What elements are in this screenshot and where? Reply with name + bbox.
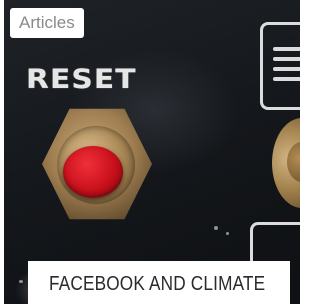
category-badge[interactable]: Articles (10, 8, 84, 38)
article-title[interactable]: FACEBOOK AND CLIMATE (49, 273, 265, 296)
red-reset-button (63, 146, 123, 198)
menu-lines-icon (260, 22, 300, 110)
title-panel[interactable]: FACEBOOK AND CLIMATE (28, 261, 290, 304)
article-card[interactable]: RESET Articles FACEBOOK AND CLIMATE (0, 0, 300, 304)
reset-label: RESET (26, 64, 137, 95)
category-badge-label: Articles (19, 13, 75, 32)
article-thumbnail[interactable]: RESET (4, 0, 300, 304)
